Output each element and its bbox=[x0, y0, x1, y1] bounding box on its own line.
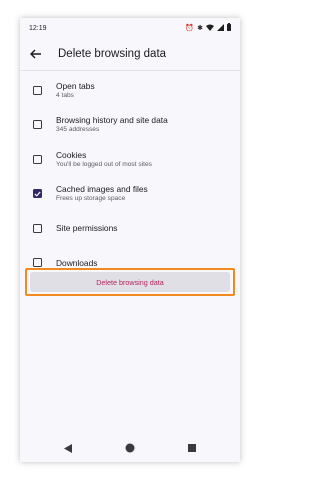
navigation-bar bbox=[20, 434, 240, 462]
option-open-tabs[interactable]: Open tabs 4 tabs bbox=[20, 73, 240, 108]
checkbox-checked[interactable] bbox=[33, 189, 42, 199]
recents-square-icon[interactable] bbox=[187, 443, 197, 453]
option-cookies[interactable]: Cookies You'll be logged out of most sit… bbox=[20, 142, 240, 177]
checkbox[interactable] bbox=[33, 223, 42, 233]
delete-browsing-data-button[interactable]: Delete browsing data bbox=[30, 272, 230, 292]
delete-button-highlight: Delete browsing data bbox=[25, 268, 235, 296]
options-list: Open tabs 4 tabs Browsing history and si… bbox=[20, 71, 240, 280]
checkmark-icon bbox=[34, 191, 41, 197]
option-site-permissions[interactable]: Site permissions bbox=[20, 211, 240, 246]
option-cached-images[interactable]: Cached images and files Frees up storage… bbox=[20, 177, 240, 212]
option-subtitle: Frees up storage space bbox=[56, 195, 126, 203]
phone-screen: 12:19 ⏰ ✱ Delete browsing data Open tabs… bbox=[20, 18, 240, 462]
bluetooth-icon: ✱ bbox=[197, 24, 203, 32]
option-subtitle: You'll be logged out of most sites bbox=[56, 160, 152, 168]
checkbox[interactable] bbox=[33, 85, 42, 95]
option-label: Browsing history and site data bbox=[56, 115, 168, 126]
option-browsing-history[interactable]: Browsing history and site data 345 addre… bbox=[20, 108, 240, 143]
option-label: Downloads bbox=[56, 257, 98, 268]
option-subtitle: 4 tabs bbox=[56, 91, 74, 99]
back-triangle-icon[interactable] bbox=[63, 443, 73, 453]
option-label: Site permissions bbox=[56, 223, 118, 234]
checkbox[interactable] bbox=[33, 120, 42, 130]
option-label: Open tabs bbox=[56, 80, 95, 91]
wifi-icon bbox=[206, 24, 214, 33]
status-time: 12:19 bbox=[29, 24, 47, 32]
page-title: Delete browsing data bbox=[58, 48, 167, 60]
battery-icon bbox=[227, 23, 231, 33]
alarm-icon: ⏰ bbox=[185, 24, 195, 32]
signal-icon bbox=[217, 23, 224, 33]
status-icons: ⏰ ✱ bbox=[185, 23, 231, 33]
option-label: Cached images and files bbox=[56, 184, 148, 195]
status-bar: 12:19 ⏰ ✱ bbox=[20, 18, 240, 38]
checkbox[interactable] bbox=[33, 154, 42, 164]
home-circle-icon[interactable] bbox=[125, 443, 135, 453]
option-subtitle: 345 addresses bbox=[56, 126, 100, 134]
option-label: Cookies bbox=[56, 149, 87, 160]
checkbox[interactable] bbox=[33, 258, 42, 268]
app-bar: Delete browsing data bbox=[20, 38, 240, 71]
arrow-back-icon[interactable] bbox=[29, 47, 43, 61]
